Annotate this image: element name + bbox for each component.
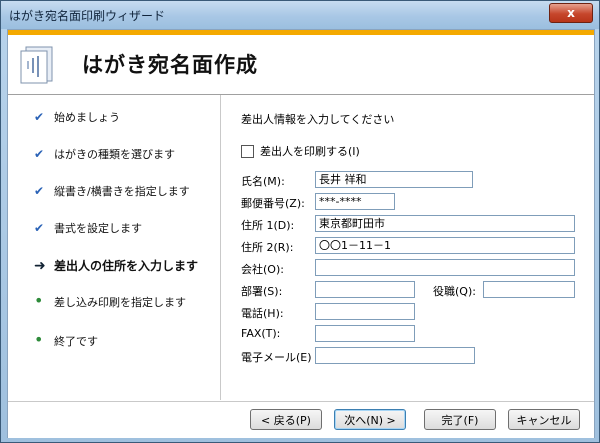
step-start[interactable]: ✔ 始めましょう [34,109,120,125]
address1-field[interactable]: 東京都町田市 [315,215,575,232]
cancel-button[interactable]: キャンセル [508,409,580,430]
bullet-dot-icon: • [34,330,44,349]
title-bar[interactable]: はがき宛名面印刷ウィザード x [1,1,599,29]
steps-pane: ✔ 始めましょう ✔ はがきの種類を選びます ✔ 縦書き/横書きを指定します ✔… [8,95,221,400]
step-label: 終了です [54,335,98,348]
sender-form: 差出人情報を入力してください 差出人を印刷する(I) 氏名(M): 長井 祥和 … [221,95,594,400]
job-title-field[interactable] [483,281,575,298]
step-merge[interactable]: • 差し込み印刷を指定します [34,291,186,310]
wizard-window: はがき宛名面印刷ウィザード x はがき宛名面作成 ✔ 始めましょう ✔ はがきの… [0,0,600,443]
email-label: 電子メール(E) [241,351,312,364]
wizard-header: はがき宛名面作成 [8,30,594,95]
button-bar: < 戻る(P) 次へ(N) > 完了(F) キャンセル [8,401,594,438]
step-card-type[interactable]: ✔ はがきの種類を選びます [34,146,175,162]
check-icon: ✔ [34,110,45,124]
close-button[interactable]: x [549,3,593,23]
step-orientation[interactable]: ✔ 縦書き/横書きを指定します [34,183,190,199]
step-label: 始めましょう [54,111,120,124]
check-icon: ✔ [34,221,45,235]
department-label: 部署(S): [241,285,283,298]
email-field[interactable] [315,347,475,364]
step-finish[interactable]: • 終了です [34,330,98,349]
client-area: はがき宛名面作成 ✔ 始めましょう ✔ はがきの種類を選びます ✔ 縦書き/横書… [7,29,595,438]
step-sender-address[interactable]: ➜ 差出人の住所を入力します [34,257,198,274]
department-field[interactable] [315,281,415,298]
check-icon: ✔ [34,184,45,198]
company-label: 会社(O): [241,263,284,276]
fax-field[interactable] [315,325,415,342]
job-title-label: 役職(Q): [433,285,476,298]
check-icon: ✔ [34,147,45,161]
window-title: はがき宛名面印刷ウィザード [9,9,166,23]
print-sender-checkbox[interactable] [241,144,254,158]
address1-label: 住所 1(D): [241,219,295,232]
fax-label: FAX(T): [241,327,281,340]
arrow-right-icon: ➜ [34,257,46,274]
page-title: はがき宛名面作成 [82,53,258,77]
back-button[interactable]: < 戻る(P) [250,409,322,430]
print-sender-label: 差出人を印刷する(I) [260,145,360,158]
step-format[interactable]: ✔ 書式を設定します [34,220,142,236]
step-label: 縦書き/横書きを指定します [54,185,190,198]
phone-field[interactable] [315,303,415,320]
postal-label: 郵便番号(Z): [241,197,305,210]
next-button[interactable]: 次へ(N) > [334,409,406,430]
postcard-icon [20,46,53,84]
name-field[interactable]: 長井 祥和 [315,171,473,188]
phone-label: 電話(H): [241,307,284,320]
company-field[interactable] [315,259,575,276]
print-sender-checkbox-row[interactable]: 差出人を印刷する(I) [241,143,360,159]
address2-field[interactable]: 〇〇1－11－1 [315,237,575,254]
form-instruction: 差出人情報を入力してください [241,113,395,126]
step-label: 差出人の住所を入力します [54,259,199,273]
bullet-dot-icon: • [34,291,44,310]
address2-label: 住所 2(R): [241,241,294,254]
step-label: 書式を設定します [54,222,142,235]
step-label: 差し込み印刷を指定します [54,296,186,309]
name-label: 氏名(M): [241,175,285,188]
postal-field[interactable]: ***-**** [315,193,395,210]
finish-button[interactable]: 完了(F) [424,409,496,430]
step-label: はがきの種類を選びます [54,148,175,161]
